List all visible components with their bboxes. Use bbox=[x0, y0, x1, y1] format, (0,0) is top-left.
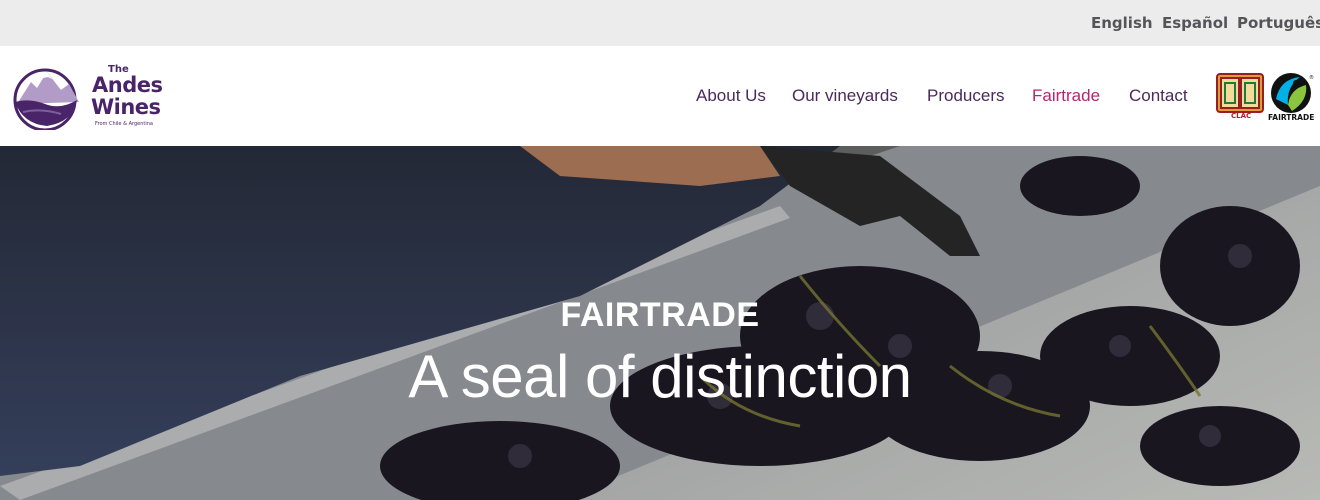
lang-english-link[interactable]: English bbox=[1091, 14, 1153, 32]
logo-text-wines: Wines bbox=[91, 95, 161, 119]
language-bar: English Español Português bbox=[0, 0, 1320, 46]
lang-portugues-link[interactable]: Português bbox=[1237, 14, 1320, 32]
mountain-logo-icon bbox=[13, 68, 79, 130]
nav-fairtrade[interactable]: Fairtrade bbox=[1032, 86, 1100, 106]
svg-text:®: ® bbox=[1309, 74, 1314, 81]
nav-producers[interactable]: Producers bbox=[927, 86, 1004, 106]
nav-contact[interactable]: Contact bbox=[1129, 86, 1188, 106]
fairtrade-label: FAIRTRADE bbox=[1268, 113, 1315, 122]
fairtrade-mark-icon[interactable]: ® bbox=[1270, 71, 1314, 115]
nav-our-vineyards[interactable]: Our vineyards bbox=[792, 86, 898, 106]
site-header: The Andes Wines From Chile & Argentina A… bbox=[0, 46, 1320, 146]
logo-tagline: From Chile & Argentina bbox=[95, 121, 153, 127]
site-logo[interactable]: The Andes Wines From Chile & Argentina bbox=[9, 64, 169, 132]
hero-title: A seal of distinction bbox=[408, 343, 912, 410]
nav-about-us[interactable]: About Us bbox=[696, 86, 766, 106]
logo-text-andes: Andes bbox=[92, 73, 163, 97]
lang-espanol-link[interactable]: Español bbox=[1162, 14, 1228, 32]
clac-label: CLAC bbox=[1231, 112, 1252, 120]
hero-eyebrow: FAIRTRADE bbox=[560, 296, 760, 334]
hero-banner: FAIRTRADE A seal of distinction bbox=[0, 146, 1320, 500]
